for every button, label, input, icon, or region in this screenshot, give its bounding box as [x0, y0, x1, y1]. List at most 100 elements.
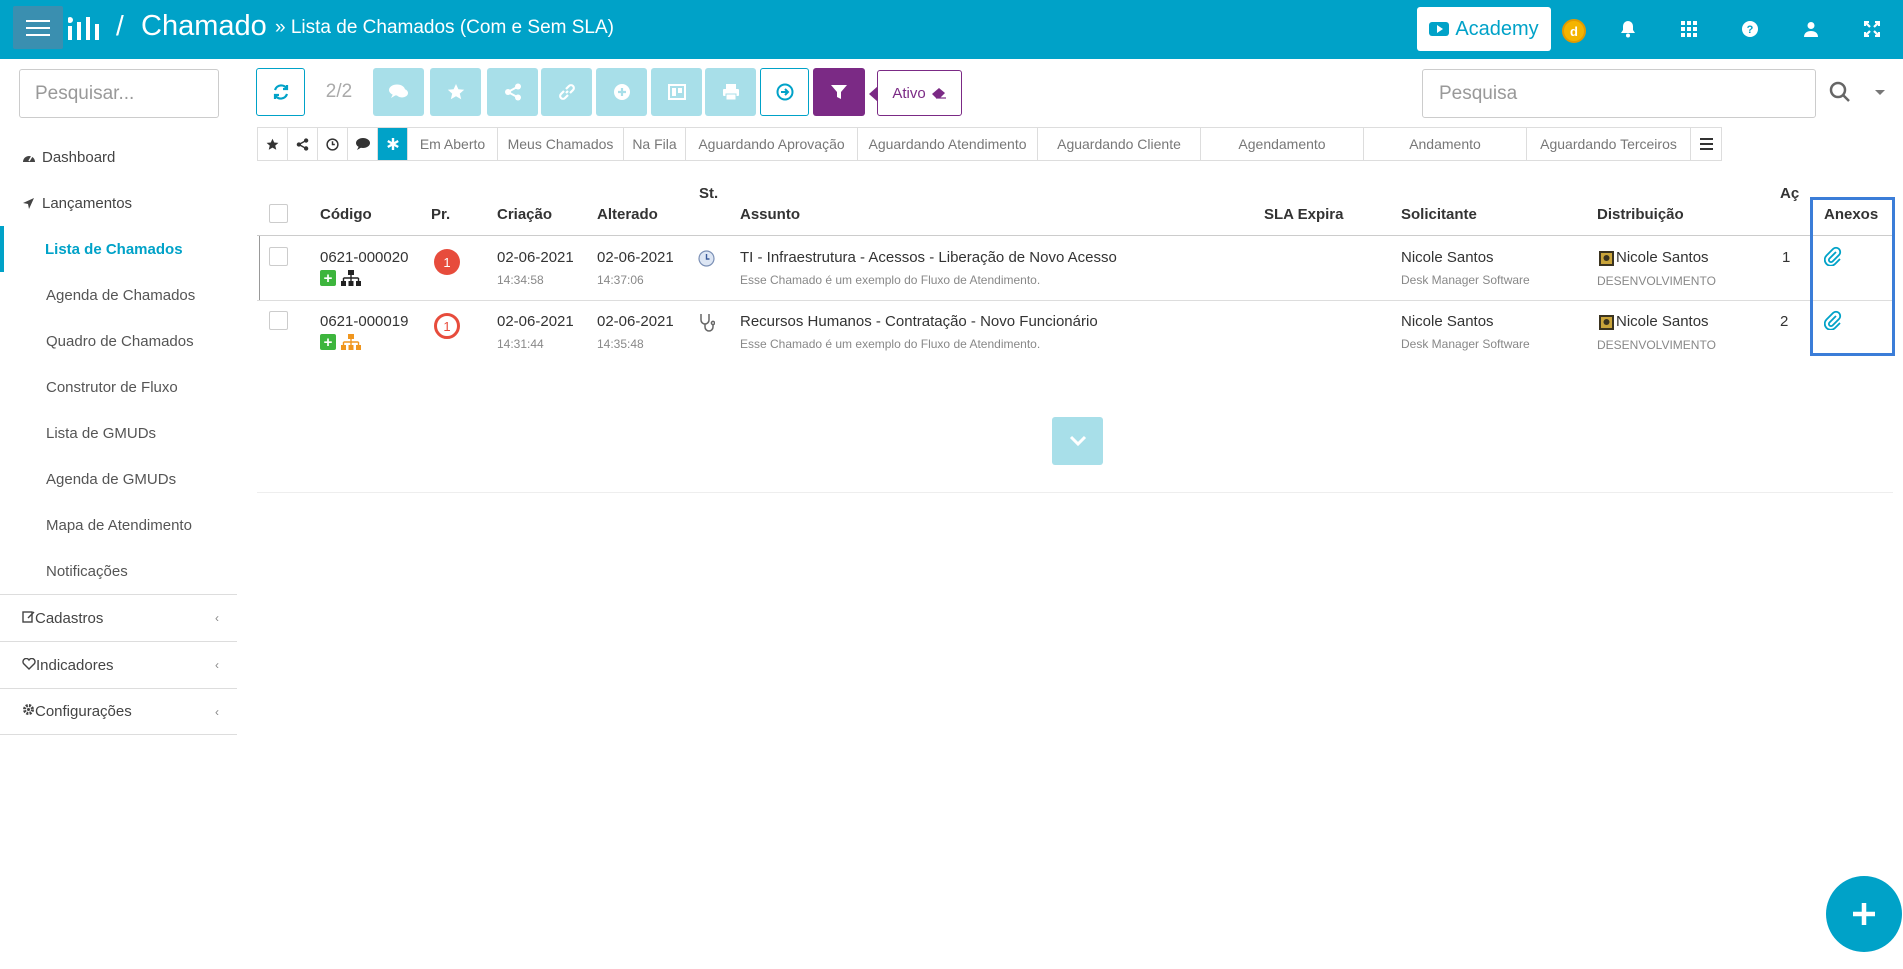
column-header-status[interactable]: St. — [699, 185, 718, 202]
sidebar-nav: Dashboard Lançamentos Lista de Chamados … — [0, 134, 237, 735]
avatar — [1599, 251, 1614, 266]
user-icon[interactable] — [1800, 18, 1822, 40]
share-button[interactable] — [487, 68, 538, 116]
sidebar-item-label: Dashboard — [42, 148, 116, 166]
actions-count[interactable]: 2 — [1780, 313, 1788, 330]
altered-date: 02-06-2021 — [597, 313, 674, 330]
tab-aguardando-atendimento[interactable]: Aguardando Atendimento — [858, 128, 1038, 160]
ticket-subject[interactable]: Recursos Humanos - Contratação - Novo Fu… — [740, 313, 1098, 330]
board-button[interactable] — [651, 68, 702, 116]
tab-aguardando-aprovacao[interactable]: Aguardando Aprovação — [686, 128, 858, 160]
sidebar-item-quadro-de-chamados[interactable]: Quadro de Chamados — [0, 318, 237, 364]
search-input[interactable] — [1422, 69, 1816, 118]
ticket-code[interactable]: 0621-000020 — [320, 249, 408, 266]
filter-status-badge[interactable]: Ativo — [869, 70, 962, 116]
tab-aguardando-cliente[interactable]: Aguardando Cliente — [1038, 128, 1201, 160]
sitemap-icon[interactable] — [341, 270, 361, 286]
requester-name: Nicole Santos — [1401, 249, 1494, 266]
chevron-left-icon: ‹ — [215, 611, 219, 625]
sidebar-item-mapa-de-atendimento[interactable]: Mapa de Atendimento — [0, 502, 237, 548]
column-header-distribuicao[interactable]: Distribuição — [1597, 206, 1684, 223]
sidebar-item-agenda-de-chamados[interactable]: Agenda de Chamados — [0, 272, 237, 318]
tab-more-menu[interactable] — [1691, 128, 1721, 160]
sidebar-item-lista-de-chamados[interactable]: Lista de Chamados — [0, 226, 237, 272]
row-checkbox[interactable] — [269, 311, 288, 330]
academy-button[interactable]: Academy — [1417, 7, 1551, 51]
academy-label: Academy — [1455, 17, 1539, 40]
column-header-acoes[interactable]: Aç — [1780, 185, 1799, 202]
sidebar-item-agenda-de-gmuds[interactable]: Agenda de GMUDs — [0, 456, 237, 502]
creation-time: 14:34:58 — [497, 273, 544, 287]
search-icon[interactable] — [1829, 81, 1851, 103]
tab-all[interactable] — [378, 128, 408, 160]
requester-company: Desk Manager Software — [1401, 273, 1530, 287]
row-divider — [257, 300, 1893, 301]
sidebar-item-lista-de-gmuds[interactable]: Lista de GMUDs — [0, 410, 237, 456]
sidebar-search-input[interactable] — [19, 69, 219, 118]
assignee-name: Nicole Santos — [1616, 313, 1709, 330]
column-header-solicitante[interactable]: Solicitante — [1401, 206, 1477, 223]
tab-comments[interactable] — [348, 128, 378, 160]
tab-na-fila[interactable]: Na Fila — [624, 128, 686, 160]
new-ticket-fab-button[interactable] — [1826, 876, 1902, 952]
column-header-criacao[interactable]: Criação — [497, 206, 552, 223]
app-title: Chamado — [141, 10, 267, 42]
sidebar-group-cadastros[interactable]: Cadastros ‹ — [0, 594, 237, 641]
print-button[interactable] — [705, 68, 756, 116]
next-button[interactable] — [760, 68, 809, 116]
altered-date: 02-06-2021 — [597, 249, 674, 266]
creation-date: 02-06-2021 — [497, 249, 574, 266]
tab-andamento[interactable]: Andamento — [1364, 128, 1527, 160]
tab-meus-chamados[interactable]: Meus Chamados — [498, 128, 624, 160]
sidebar-item-dashboard[interactable]: Dashboard — [0, 134, 237, 180]
column-header-alterado[interactable]: Alterado — [597, 206, 658, 223]
add-button[interactable] — [596, 68, 647, 116]
sidebar-item-construtor-de-fluxo[interactable]: Construtor de Fluxo — [0, 364, 237, 410]
add-plus-icon[interactable]: + — [320, 334, 336, 350]
load-more-button[interactable] — [1052, 417, 1103, 465]
column-header-prioridade[interactable]: Pr. — [431, 206, 450, 223]
tab-agendamento[interactable]: Agendamento — [1201, 128, 1364, 160]
sidebar-item-label: Indicadores — [36, 656, 114, 674]
refresh-button[interactable] — [256, 68, 305, 116]
content-divider — [257, 492, 1893, 493]
ticket-subject[interactable]: TI - Infraestrutura - Acessos - Liberaçã… — [740, 249, 1117, 266]
tab-aguardando-terceiros[interactable]: Aguardando Terceiros — [1527, 128, 1691, 160]
star-icon — [447, 84, 464, 100]
menu-toggle-button[interactable] — [13, 6, 63, 49]
tab-shared[interactable] — [288, 128, 318, 160]
question-icon[interactable]: ? — [1739, 18, 1761, 40]
search-options-caret-icon[interactable] — [1875, 90, 1885, 95]
tab-recent[interactable] — [318, 128, 348, 160]
column-header-sla-expira[interactable]: SLA Expira — [1264, 206, 1343, 223]
link-button[interactable] — [541, 68, 592, 116]
heart-icon — [22, 657, 36, 674]
sidebar-group-indicadores[interactable]: Indicadores ‹ — [0, 641, 237, 688]
ticket-code[interactable]: 0621-000019 — [320, 313, 408, 330]
favorite-button[interactable] — [430, 68, 481, 116]
bell-icon[interactable] — [1617, 18, 1639, 40]
add-plus-icon[interactable]: + — [320, 270, 336, 286]
arrow-circle-right-icon — [776, 83, 793, 101]
tab-em-aberto[interactable]: Em Aberto — [408, 128, 498, 160]
sitemap-icon[interactable] — [341, 334, 361, 350]
fullscreen-icon[interactable] — [1861, 18, 1883, 40]
select-all-checkbox[interactable] — [269, 204, 288, 223]
print-icon — [722, 84, 739, 101]
column-header-codigo[interactable]: Código — [320, 206, 372, 223]
grid-icon[interactable] — [1678, 18, 1700, 40]
sidebar-group-configuracoes[interactable]: Configurações ‹ — [0, 688, 237, 735]
column-header-assunto[interactable]: Assunto — [740, 206, 800, 223]
coin-badge[interactable]: d — [1562, 19, 1586, 43]
actions-count[interactable]: 1 — [1782, 249, 1790, 266]
eraser-icon — [931, 88, 946, 99]
chevron-left-icon: ‹ — [215, 705, 219, 719]
filter-button[interactable] — [813, 68, 865, 116]
sidebar-item-lancamentos[interactable]: Lançamentos — [0, 180, 237, 226]
tab-favorites[interactable] — [258, 128, 288, 160]
comment-icon — [355, 138, 370, 150]
row-checkbox[interactable] — [269, 247, 288, 266]
comments-button[interactable] — [373, 68, 424, 116]
filter-icon — [831, 85, 847, 99]
sidebar-item-notificacoes[interactable]: Notificações — [0, 548, 237, 594]
